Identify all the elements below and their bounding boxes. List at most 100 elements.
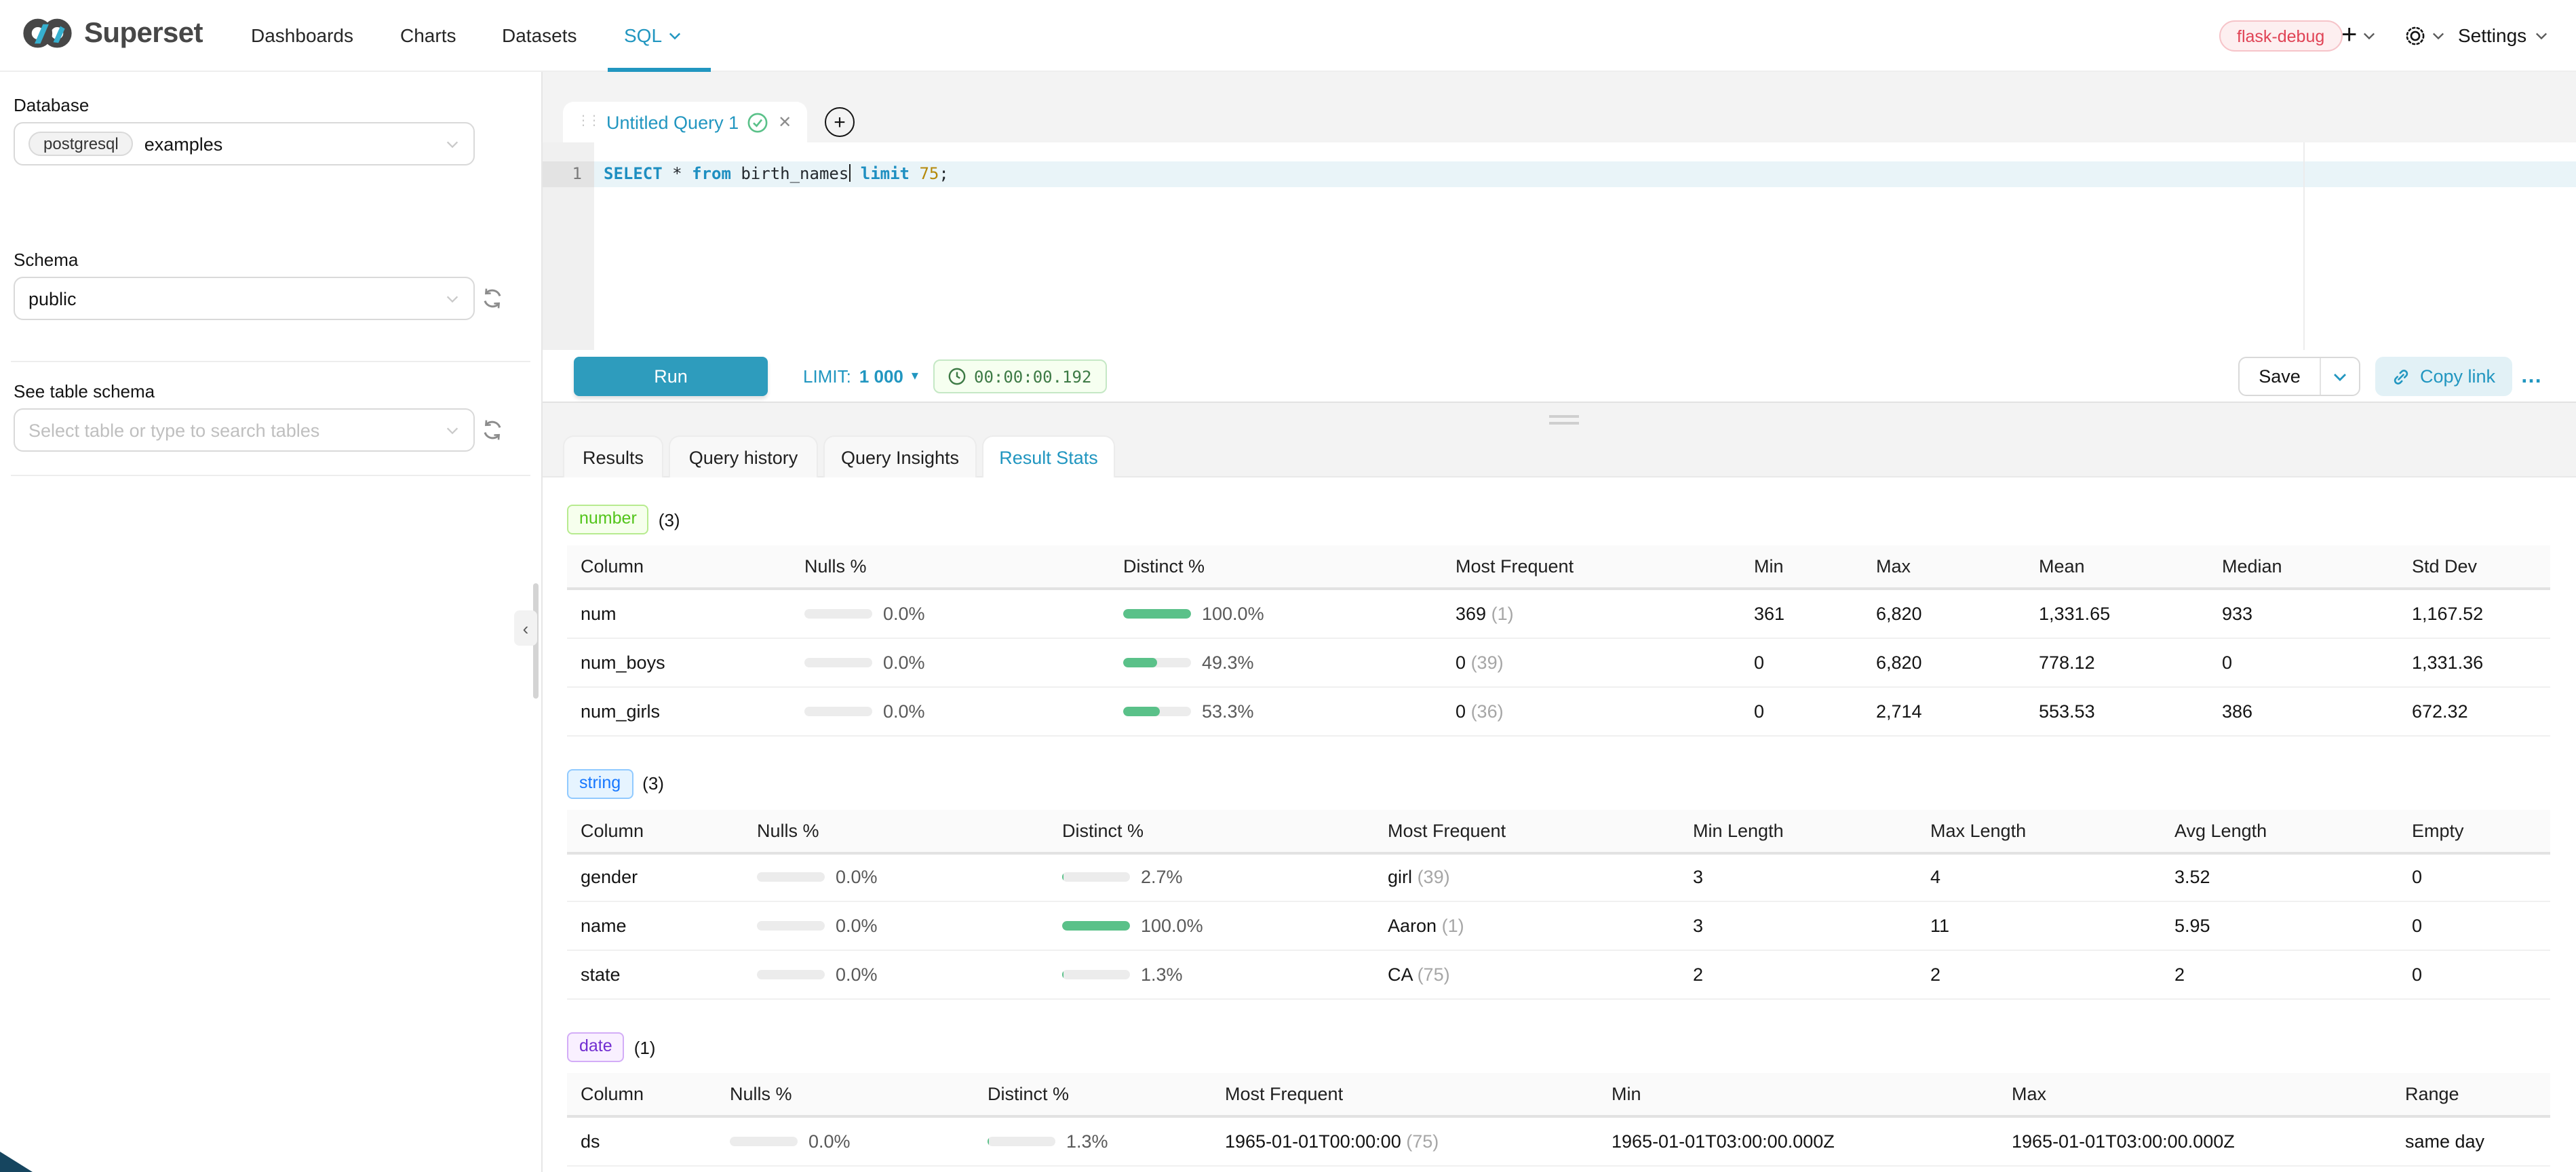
table-header-row: Column Nulls % Distinct % Most Frequent … [567,809,2550,853]
query-timer: 00:00:00.192 [933,359,1106,393]
copy-link-button[interactable]: Copy link [2375,357,2512,396]
sql-code-editor[interactable]: 1 SELECT * from birth_names limit 75; [543,142,2576,350]
sidebar-divider [11,361,530,362]
settings-label: Settings [2458,24,2526,46]
stddev-value: 1,167.52 [2398,589,2550,638]
col-header: Most Frequent [1211,1073,1598,1116]
nulls-bar: 0.0% [804,604,1099,624]
col-header: Max [1862,545,2025,589]
schema-value: public [28,288,77,309]
add-query-tab-button[interactable]: + [825,107,855,137]
save-button[interactable]: Save [2240,358,2320,395]
collapse-sidebar-button[interactable]: ‹ [514,610,537,646]
avg-length: 2 [2161,950,2398,999]
stddev-value: 1,331.36 [2398,638,2550,686]
string-type-badge: string [567,768,633,798]
schema-select[interactable]: public [14,277,475,320]
sql-keyword: SELECT [604,164,663,183]
theme-menu[interactable] [2404,0,2444,71]
most-frequent: 0 (39) [1442,638,1740,686]
sql-keyword: limit [851,164,910,183]
nav-datasets[interactable]: Datasets [502,0,577,71]
col-header: Most Frequent [1442,545,1740,589]
most-frequent: CA (75) [1374,950,1679,999]
close-tab-icon[interactable]: ✕ [778,113,792,132]
new-item-menu[interactable]: + [2341,0,2375,71]
distinct-bar: 2.7% [1062,867,1363,888]
table-row: gender 0.0% 2.7% girl (39) 3 4 3.52 0 [567,853,2550,901]
see-table-schema-label: See table schema [14,381,155,402]
database-select[interactable]: postgresql examples [14,122,475,165]
min-value: 0 [1740,638,1862,686]
nav-charts[interactable]: Charts [400,0,456,71]
refresh-tables-icon[interactable] [480,418,505,442]
col-header: Column [567,1073,716,1116]
pane-resize-area [543,403,2576,435]
limit-dropdown[interactable]: LIMIT: 1 000 ▾ [803,350,918,403]
distinct-bar: 1.3% [988,1131,1201,1152]
drag-handle-icon[interactable]: ⋮⋮ [577,115,598,129]
sql-punctuation: ; [939,164,948,183]
sql-table-name: birth_names [731,164,848,183]
distinct-bar: 100.0% [1123,604,1431,624]
tab-result-stats[interactable]: Result Stats [982,435,1115,479]
chevron-down-icon [2432,29,2444,41]
distinct-bar: 49.3% [1123,652,1431,672]
copy-link-label: Copy link [2420,366,2495,387]
sql-editor-area: ⋮⋮ Untitled Query 1 ✕ + 1 SELECT * from … [543,72,2576,1172]
settings-menu[interactable]: Settings [2458,0,2547,71]
nav-sql[interactable]: SQL [624,0,681,71]
superset-logo[interactable]: Superset [22,15,203,52]
number-column-count: (3) [659,509,680,530]
refresh-schemas-icon[interactable] [480,286,505,311]
run-button[interactable]: Run [574,357,768,396]
max-value: 2,714 [1862,686,2025,735]
median-value: 0 [2208,638,2398,686]
nav-dashboards[interactable]: Dashboards [251,0,353,71]
editor-gutter: 1 [543,142,594,350]
more-actions-button[interactable]: … [2520,350,2543,403]
tab-query-history[interactable]: Query history [669,435,818,477]
col-header: Column [567,545,791,589]
tab-results[interactable]: Results [563,435,663,477]
string-column-count: (3) [642,773,664,794]
chevron-down-icon [2535,29,2547,41]
max-length: 2 [1917,950,2161,999]
save-options-caret[interactable] [2320,358,2359,395]
most-frequent: 0 (36) [1442,686,1740,735]
table-select[interactable]: Select table or type to search tables [14,408,475,452]
col-header: Empty [2398,809,2550,853]
chevron-down-icon [445,136,460,151]
top-nav: Superset Dashboards Charts Datasets SQL … [0,0,2576,72]
sun-icon [2404,24,2427,47]
table-row: num 0.0% 100.0% 369 (1) 361 6,820 1,331.… [567,589,2550,638]
resize-drag-handle[interactable] [1549,415,1579,425]
table-row: state 0.0% 1.3% CA (75) 2 2 2 0 [567,950,2550,999]
col-header: Min [1740,545,1862,589]
col-header: Nulls % [743,809,1049,853]
empty-count: 0 [2398,950,2550,999]
col-header: Max Length [1917,809,2161,853]
col-header: Max [1998,1073,2392,1116]
save-split-button: Save [2238,357,2360,396]
col-header: Column [567,809,743,853]
query-tab-bar: ⋮⋮ Untitled Query 1 ✕ + [543,72,2576,142]
result-tab-bar: Results Query history Query Insights Res… [543,435,2576,477]
nulls-bar: 0.0% [757,964,1038,985]
table-header-row: Column Nulls % Distinct % Most Frequent … [567,1073,2550,1116]
limit-value: 1 000 [859,366,903,387]
sql-number-literal: 75 [910,164,939,183]
query-tab[interactable]: ⋮⋮ Untitled Query 1 ✕ [563,102,807,142]
col-header: Most Frequent [1374,809,1679,853]
col-header: Nulls % [716,1073,974,1116]
column-name: ds [567,1116,716,1165]
column-name: gender [567,853,743,901]
mean-value: 778.12 [2025,638,2208,686]
column-name: state [567,950,743,999]
tab-query-insights[interactable]: Query Insights [823,435,977,477]
median-value: 933 [2208,589,2398,638]
col-header: Avg Length [2161,809,2398,853]
distinct-bar: 1.3% [1062,964,1363,985]
brand-name: Superset [84,17,203,50]
database-value: examples [144,134,223,154]
